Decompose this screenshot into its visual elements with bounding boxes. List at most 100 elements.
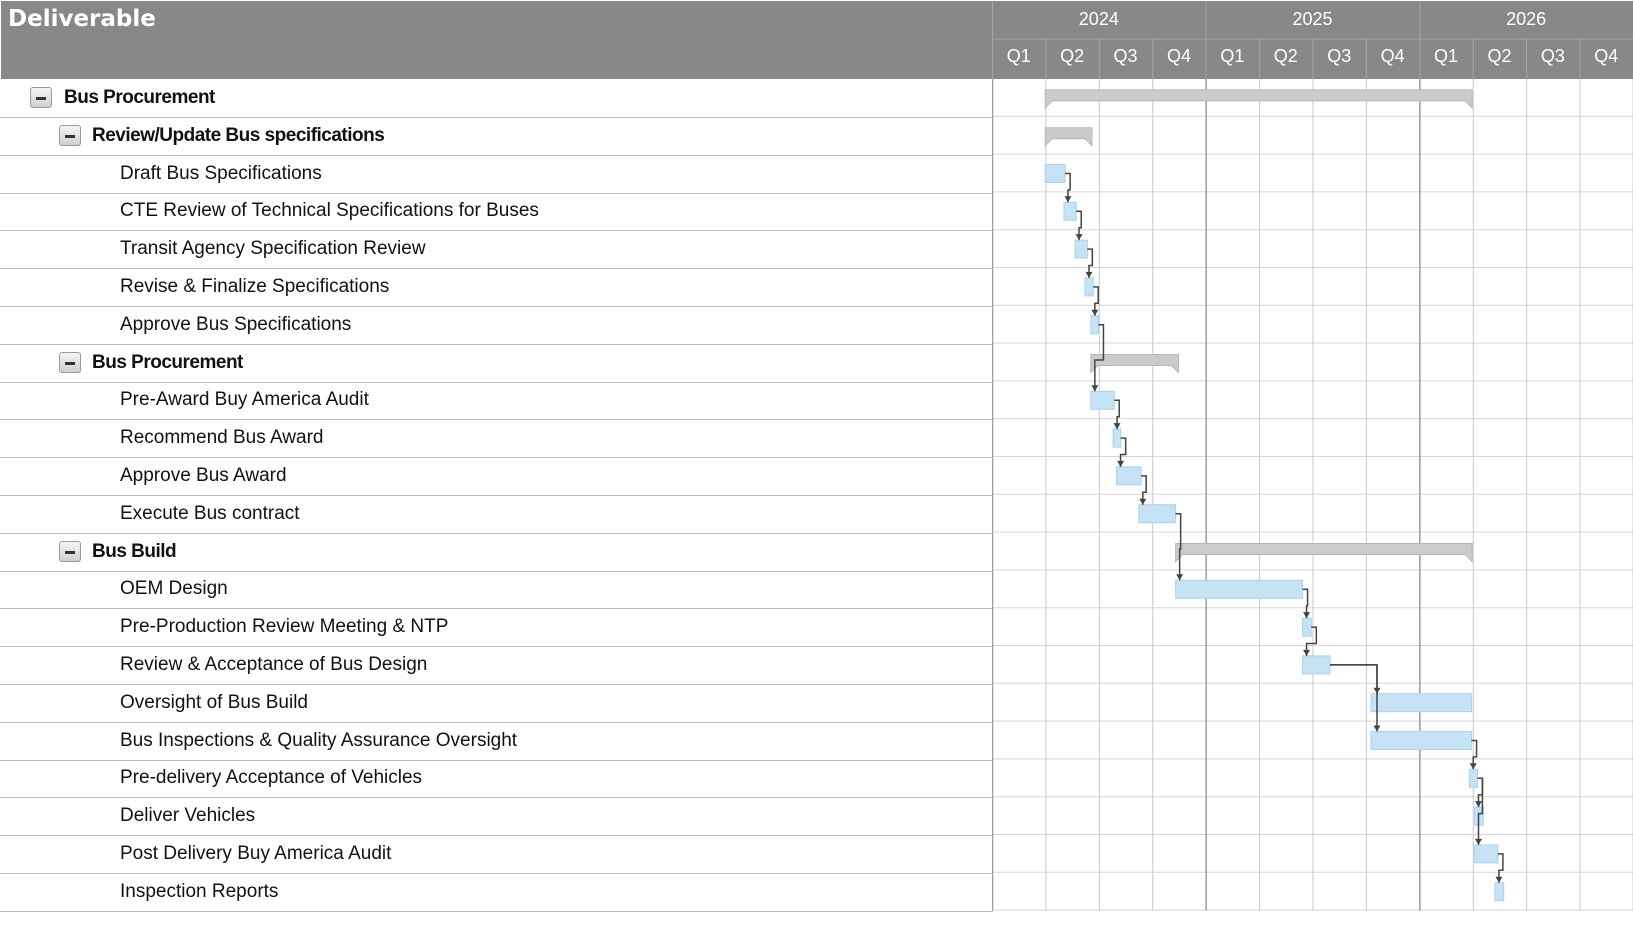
quarter-label: Q2 (1487, 46, 1511, 66)
task-name: Oversight of Bus Build (120, 691, 308, 713)
task-name: Pre-Award Buy America Audit (120, 389, 369, 411)
task-name: Pre-Production Review Meeting & NTP (120, 616, 449, 638)
task-name: Post Delivery Buy America Audit (120, 843, 392, 864)
quarter-label: Q4 (1167, 46, 1191, 66)
task-name: Bus Build (92, 540, 177, 562)
task-row[interactable]: Revise & Finalize Specifications (0, 268, 993, 307)
collapse-icon[interactable] (30, 87, 52, 108)
task-name: Draft Bus Specifications (120, 162, 322, 184)
task-row[interactable]: Approve Bus Specifications (0, 306, 993, 345)
dependency-arrowhead (1373, 725, 1381, 732)
task-bar (1112, 428, 1122, 448)
task-bar (1074, 239, 1088, 259)
summary-bar (1044, 127, 1093, 147)
dependency-arrowhead (1303, 612, 1311, 619)
collapse-icon[interactable] (59, 124, 81, 146)
task-row[interactable]: OEM Design (0, 570, 993, 610)
gantt-chart: 2024 2025 2026 Q1 Q2 Q3 Q4 Q1 Q2 Q3 Q4 Q1 Q2 Q3 Q4 (992, 1, 1633, 911)
quarter-label: Q1 (1220, 46, 1244, 66)
task-name: Approve Bus Award (120, 465, 287, 486)
task-name: Bus Inspections & Quality Assurance Over… (120, 729, 518, 751)
quarter-label: Q2 (1274, 46, 1298, 66)
task-row[interactable]: Bus Inspections & Quality Assurance Over… (0, 722, 993, 761)
task-name: Revise & Finalize Specifications (120, 276, 390, 297)
task-row[interactable]: Pre-delivery Acceptance of Vehicles (0, 759, 993, 799)
task-bar (1084, 277, 1094, 297)
collapse-icon[interactable] (59, 351, 81, 373)
deliverable-column-header: Deliverable (1, 1, 992, 79)
task-bar (1063, 201, 1077, 221)
task-name: Bus Procurement (64, 87, 215, 108)
task-bar (1090, 390, 1115, 410)
dependency-arrowhead (1139, 498, 1147, 505)
task-bar (1090, 315, 1099, 335)
collapse-icon[interactable] (59, 540, 81, 562)
task-name: Deliver Vehicles (120, 805, 256, 827)
dependency-line (1330, 664, 1378, 694)
task-row[interactable]: Deliver Vehicles (0, 797, 993, 837)
task-row[interactable]: Inspection Reports (0, 873, 993, 912)
task-row[interactable]: Review & Acceptance of Bus Design (0, 646, 993, 685)
quarter-label: Q3 (1327, 46, 1351, 66)
task-group-row[interactable]: Bus Procurement (0, 344, 993, 383)
task-row[interactable]: Approve Bus Award (0, 457, 993, 496)
dependency-arrowhead (1113, 423, 1121, 430)
summary-bar (1175, 543, 1473, 563)
task-bar (1370, 693, 1473, 713)
dependency-arrowhead (1495, 876, 1503, 883)
quarter-label: Q3 (1541, 46, 1565, 66)
year-label: 2025 (1292, 9, 1332, 29)
year-label: 2026 (1506, 9, 1546, 29)
year-label: 2024 (1079, 9, 1119, 29)
task-bar (1370, 731, 1473, 750)
task-name: Review & Acceptance of Bus Design (120, 654, 428, 675)
task-row[interactable]: Oversight of Bus Build (0, 684, 993, 723)
task-bar (1175, 579, 1304, 599)
task-bar (1116, 466, 1142, 486)
task-row[interactable]: Transit Agency Specification Review (0, 230, 993, 270)
task-row[interactable]: Post Delivery Buy America Audit (0, 835, 993, 874)
dependency-arrowhead (1469, 763, 1477, 770)
deliverable-header-title: Deliverable (8, 6, 156, 32)
task-name: Review/Update Bus specifications (92, 124, 385, 146)
task-name: OEM Design (120, 578, 228, 600)
quarter-label: Q2 (1060, 46, 1084, 66)
quarter-label: Q3 (1114, 46, 1138, 66)
quarter-label: Q1 (1007, 46, 1031, 66)
task-row[interactable]: Execute Bus contract (0, 495, 993, 534)
task-row[interactable]: CTE Review of Technical Specifications f… (0, 192, 993, 232)
dependency-arrowhead (1475, 801, 1483, 808)
task-name: Approve Bus Specifications (120, 313, 352, 335)
task-bar (1302, 655, 1331, 675)
task-bar (1302, 617, 1312, 637)
quarter-label: Q4 (1594, 46, 1618, 66)
task-group-row[interactable]: Bus Build (0, 533, 993, 572)
task-name: Recommend Bus Award (120, 427, 324, 449)
task-bar (1044, 164, 1066, 183)
task-bar (1474, 844, 1499, 864)
task-bar (1468, 768, 1478, 788)
task-name: CTE Review of Technical Specifications f… (120, 200, 539, 222)
task-bar (1138, 504, 1177, 524)
task-row[interactable]: Pre-Production Review Meeting & NTP (0, 608, 993, 648)
dependency-arrowhead (1303, 649, 1311, 656)
task-bar (1494, 882, 1505, 902)
dependency-arrowhead (1085, 271, 1093, 278)
dependency-arrowhead (1064, 196, 1072, 203)
task-group-row[interactable]: Review/Update Bus specifications (0, 117, 993, 156)
dependency-arrowhead (1176, 574, 1184, 581)
dependency-arrowhead (1475, 838, 1483, 845)
dependency-arrowhead (1117, 460, 1125, 467)
quarter-label: Q4 (1381, 46, 1405, 66)
task-row[interactable]: Pre-Award Buy America Audit (0, 381, 993, 421)
dependency-arrowhead (1075, 234, 1083, 241)
task-group-row[interactable]: Bus Procurement (0, 79, 993, 118)
dependency-arrowhead (1091, 385, 1099, 392)
summary-bar (1044, 89, 1473, 110)
task-name: Bus Procurement (92, 351, 243, 373)
task-name: Pre-delivery Acceptance of Vehicles (120, 767, 423, 789)
dependency-arrowhead (1091, 309, 1099, 316)
task-row[interactable]: Recommend Bus Award (0, 419, 993, 459)
task-name: Inspection Reports (120, 880, 279, 902)
task-row[interactable]: Draft Bus Specifications (0, 155, 993, 194)
